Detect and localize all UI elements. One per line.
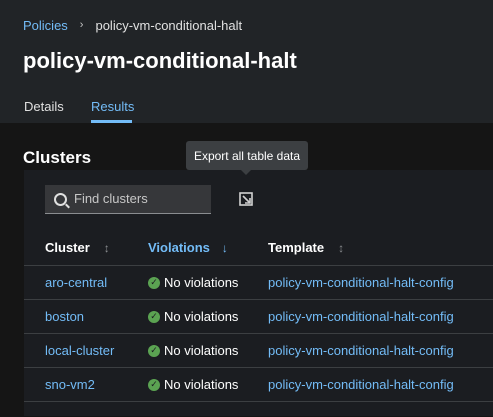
search-icon xyxy=(54,193,67,206)
column-header-violations[interactable]: Violations ↓ xyxy=(148,240,228,255)
template-link[interactable]: policy-vm-conditional-halt-config xyxy=(268,309,454,324)
table-row: boston ✓ No violations policy-vm-conditi… xyxy=(24,299,493,334)
column-header-cluster[interactable]: Cluster ↕ xyxy=(45,240,110,255)
active-tab-indicator xyxy=(91,120,132,123)
search-input[interactable] xyxy=(74,185,204,212)
violations-text: No violations xyxy=(164,309,239,324)
sort-descending-icon: ↓ xyxy=(221,240,228,255)
column-header-label: Violations xyxy=(148,240,210,255)
sort-icon: ↕ xyxy=(103,240,110,255)
cluster-link[interactable]: sno-vm2 xyxy=(45,377,95,392)
export-icon xyxy=(239,192,253,206)
table-row: sno-vm2 ✓ No violations policy-vm-condit… xyxy=(24,367,493,402)
table-row xyxy=(24,401,493,417)
template-link[interactable]: policy-vm-conditional-halt-config xyxy=(268,343,454,358)
breadcrumb-current: policy-vm-conditional-halt xyxy=(95,17,243,33)
cluster-link[interactable]: local-cluster xyxy=(45,343,114,358)
tabs: Details Results xyxy=(0,96,493,123)
check-circle-icon: ✓ xyxy=(148,276,160,289)
clusters-table-card: Cluster ↕ Violations ↓ Template ↕ aro-ce… xyxy=(24,170,493,416)
template-link[interactable]: policy-vm-conditional-halt-config xyxy=(268,377,454,392)
table-row: aro-central ✓ No violations policy-vm-co… xyxy=(24,265,493,300)
column-header-template[interactable]: Template ↕ xyxy=(268,240,344,255)
cluster-link[interactable]: aro-central xyxy=(45,275,107,290)
tooltip-arrow xyxy=(240,169,252,175)
section-title: Clusters xyxy=(23,148,92,167)
violations-cell: ✓ No violations xyxy=(148,377,238,392)
tab-details[interactable]: Details xyxy=(24,99,64,114)
column-header-label: Cluster xyxy=(45,240,90,255)
page-title: policy-vm-conditional-halt xyxy=(23,48,297,73)
violations-text: No violations xyxy=(164,275,239,290)
check-circle-icon: ✓ xyxy=(148,378,160,391)
sort-icon: ↕ xyxy=(338,240,345,255)
violations-text: No violations xyxy=(164,377,239,392)
export-tooltip: Export all table data xyxy=(186,141,308,170)
column-header-label: Template xyxy=(268,240,325,255)
violations-text: No violations xyxy=(164,343,239,358)
violations-cell: ✓ No violations xyxy=(148,309,238,324)
cluster-link[interactable]: boston xyxy=(45,309,84,324)
violations-cell: ✓ No violations xyxy=(148,343,238,358)
template-link[interactable]: policy-vm-conditional-halt-config xyxy=(268,275,454,290)
table-row: local-cluster ✓ No violations policy-vm-… xyxy=(24,333,493,368)
breadcrumb: Policies › policy-vm-conditional-halt xyxy=(23,16,242,34)
check-circle-icon: ✓ xyxy=(148,344,160,357)
search-box[interactable] xyxy=(45,185,211,214)
breadcrumb-policies-link[interactable]: Policies xyxy=(23,18,68,33)
tab-results[interactable]: Results xyxy=(91,99,134,114)
check-circle-icon: ✓ xyxy=(148,310,160,323)
page-header: Policies › policy-vm-conditional-halt po… xyxy=(0,0,493,123)
violations-cell: ✓ No violations xyxy=(148,275,238,290)
chevron-right-icon: › xyxy=(79,19,84,31)
export-button[interactable] xyxy=(237,190,255,208)
